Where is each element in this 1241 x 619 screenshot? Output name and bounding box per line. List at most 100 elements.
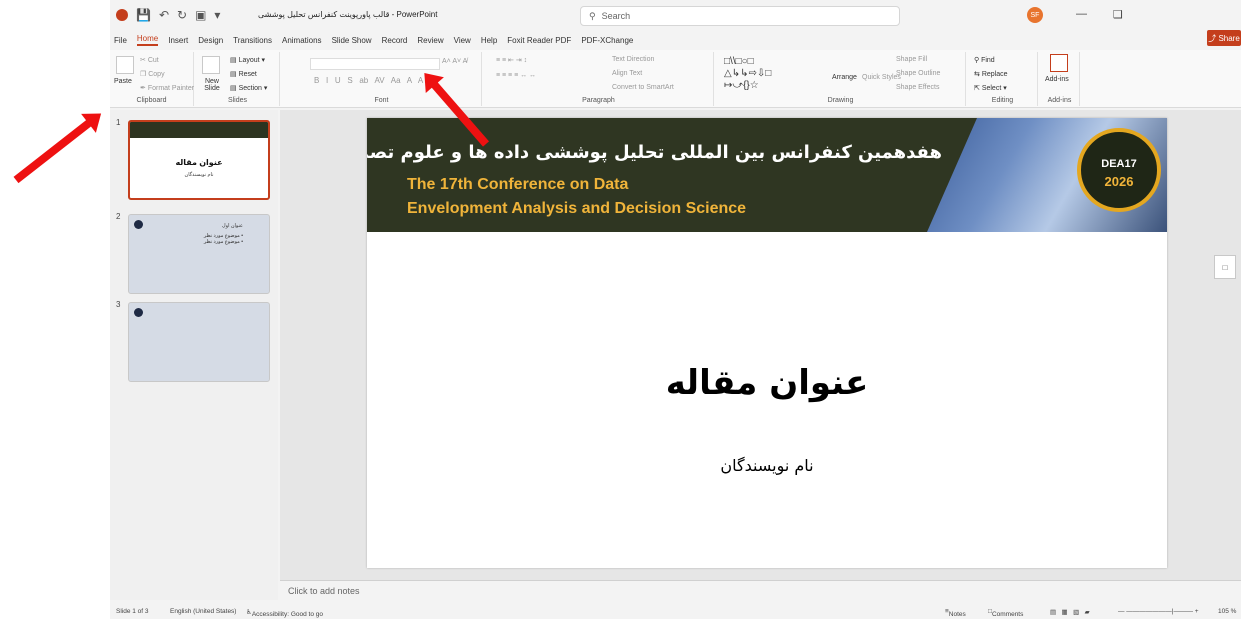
thumb-bullets: • موضوع مورد نظر • موضوع مورد نظر [203, 233, 243, 245]
ribbon-tabs: File Home Insert Design Transitions Animation… [110, 31, 1241, 49]
designer-panel-icon[interactable]: □ [1214, 255, 1236, 279]
thumb-logo-icon [134, 220, 143, 229]
conference-logo: DEA17 2026 [1077, 128, 1161, 212]
document-title: قالب پاورپوینت کنفرانس تحلیل پوششی - Pow… [258, 10, 438, 19]
reset-button[interactable]: ▤ Reset [230, 70, 257, 78]
banner-english-line2: Envelopment Analysis and Decision Scienc… [407, 200, 747, 217]
new-slide-button[interactable]: New Slide [200, 78, 224, 92]
shape-outline-button[interactable]: Shape Outline [896, 70, 940, 77]
slides-group: New Slide ▤ Layout ▾ ▤ Reset ▤ Section ▾… [196, 52, 280, 106]
shape-effects-button[interactable]: Shape Effects [896, 84, 939, 91]
ribbon: Paste ✂ Cut ❐ Copy ✒ Format Painter Clip… [110, 50, 1241, 108]
slide-thumbnail-3[interactable] [128, 302, 270, 382]
view-buttons[interactable]: ▤ ▦ ▧ ▰ [1050, 608, 1090, 616]
tab-slide-show[interactable]: Slide Show [332, 36, 372, 45]
share-icon: ⤴ [1208, 33, 1217, 43]
status-bar: Slide 1 of 3 English (United States) ♿ A… [110, 605, 1241, 619]
slide-number: 1 [116, 118, 121, 127]
accessibility-status[interactable]: ♿ Accessibility: Good to go [246, 608, 323, 618]
present-icon[interactable]: ▣ [195, 8, 206, 22]
convert-smartart-button[interactable]: Convert to SmartArt [612, 84, 674, 91]
banner-english-line1: The 17th Conference on Data [407, 176, 629, 193]
user-avatar[interactable]: SF [1027, 7, 1043, 23]
undo-icon[interactable]: ↶ [159, 8, 169, 22]
slide-title[interactable]: عنوان مقاله [367, 363, 1167, 403]
tab-animations[interactable]: Animations [282, 36, 322, 45]
zoom-slider[interactable]: — ———————|——— + [1118, 608, 1199, 615]
addins-label: Add-ins [1047, 97, 1072, 104]
tab-insert[interactable]: Insert [168, 36, 188, 45]
clipboard-label: Clipboard [136, 97, 167, 104]
paste-icon[interactable] [116, 56, 134, 74]
paragraph-label: Paragraph [582, 97, 615, 104]
tab-review[interactable]: Review [417, 36, 443, 45]
shape-fill-button[interactable]: Shape Fill [896, 56, 927, 63]
new-slide-icon[interactable] [202, 56, 220, 74]
title-bar: 💾 ↶ ↻ ▣ ▾ قالب پاورپوینت کنفرانس تحلیل پ… [110, 0, 1241, 30]
zoom-level[interactable]: 105 % [1218, 608, 1236, 615]
font-style-buttons[interactable]: B I U S ab AV Aa A A [314, 76, 423, 85]
slide-thumbnail-2[interactable]: عنوان اول • موضوع مورد نظر • موضوع مورد … [128, 214, 270, 294]
slide-banner: هفدهمین کنفرانس بین المللی تحلیل پوششی د… [367, 118, 1167, 232]
section-button[interactable]: ▤ Section ▾ [230, 84, 267, 92]
tab-record[interactable]: Record [382, 36, 408, 45]
red-arrow-annotation [13, 117, 95, 184]
drawing-label: Drawing [827, 97, 854, 104]
font-size-icons[interactable]: A˄ A˅ A̸ [442, 58, 467, 65]
align-buttons[interactable]: ≡ ≡ ≡ ≡ ↔ ↔ [496, 72, 536, 79]
arrange-button[interactable]: Arrange [832, 74, 857, 81]
language-status[interactable]: English (United States) [170, 608, 236, 615]
tab-pdf-xchange[interactable]: PDF-XChange [581, 36, 633, 45]
list-buttons[interactable]: ≡ ≡ ⇤ ⇥ ↕ [496, 56, 527, 64]
paragraph-group: ≡ ≡ ⇤ ⇥ ↕ ≡ ≡ ≡ ≡ ↔ ↔ Text Direction Ali… [484, 52, 714, 106]
paste-button[interactable]: Paste [114, 78, 132, 85]
slide-thumbnail-pane: 1 عنوان مقاله نام نویسندگان 2 عنوان اول … [110, 110, 278, 600]
redo-icon[interactable]: ↻ [177, 8, 187, 22]
layout-button[interactable]: ▤ Layout ▾ [230, 56, 265, 64]
find-button[interactable]: ⚲ Find [974, 56, 995, 64]
minimize-icon[interactable]: — [1076, 8, 1087, 20]
select-button[interactable]: ⇱ Select ▾ [974, 84, 1007, 92]
tab-file[interactable]: File [114, 36, 127, 45]
tab-view[interactable]: View [454, 36, 471, 45]
editing-group: ⚲ Find ⇆ Replace ⇱ Select ▾ Editing [968, 52, 1038, 106]
comments-button[interactable]: □ Comments [988, 608, 1023, 618]
tab-help[interactable]: Help [481, 36, 497, 45]
badge-year: 2026 [1104, 174, 1134, 189]
customize-qat-icon[interactable]: ▾ [214, 8, 220, 22]
clipboard-group: Paste ✂ Cut ❐ Copy ✒ Format Painter Clip… [110, 52, 194, 106]
slide-thumbnail-1[interactable]: عنوان مقاله نام نویسندگان [128, 120, 270, 200]
text-direction-button[interactable]: Text Direction [612, 56, 654, 63]
notes-button[interactable]: ≡ Notes [945, 608, 966, 618]
addins-icon[interactable] [1050, 54, 1068, 72]
format-painter-button[interactable]: ✒ Format Painter [140, 84, 194, 92]
share-button[interactable]: ⤴ Share [1207, 30, 1241, 46]
copy-button[interactable]: ❐ Copy [140, 70, 165, 78]
slide-subtitle[interactable]: نام نویسندگان [367, 456, 1167, 475]
slide-editor: هفدهمین کنفرانس بین المللی تحلیل پوششی د… [280, 110, 1241, 580]
align-text-button[interactable]: Align Text [612, 70, 642, 77]
restore-icon[interactable]: ❑ [1113, 8, 1123, 21]
addins-button[interactable]: Add-ins [1045, 76, 1069, 83]
tab-design[interactable]: Design [198, 36, 223, 45]
thumb-logo-icon [134, 308, 143, 317]
thumb-banner [130, 122, 268, 138]
slides-label: Slides [227, 97, 248, 104]
notes-pane[interactable]: Click to add notes [280, 580, 1241, 602]
tab-home[interactable]: Home [136, 34, 159, 46]
replace-button[interactable]: ⇆ Replace [974, 70, 1008, 78]
cut-button[interactable]: ✂ Cut [140, 56, 159, 64]
tab-foxit-reader-pdf[interactable]: Foxit Reader PDF [507, 36, 571, 45]
badge-text: DEA17 [1101, 158, 1137, 170]
thumb-title: عنوان اول [222, 223, 243, 229]
search-box[interactable]: ⚲ Search [580, 6, 900, 26]
font-name-box[interactable] [310, 58, 440, 70]
slide-canvas[interactable]: هفدهمین کنفرانس بین المللی تحلیل پوششی د… [367, 118, 1167, 568]
banner-persian-title: هفدهمین کنفرانس بین المللی تحلیل پوششی د… [367, 142, 942, 163]
save-icon[interactable]: 💾 [136, 8, 151, 22]
editing-label: Editing [991, 97, 1014, 104]
search-icon: ⚲ [589, 10, 596, 21]
tab-transitions[interactable]: Transitions [233, 36, 272, 45]
shapes-gallery[interactable]: □\\□○□ △↳↳⇨⇩□ ↦⤻{}☆ [724, 56, 771, 92]
notes-placeholder: Click to add notes [288, 586, 360, 596]
